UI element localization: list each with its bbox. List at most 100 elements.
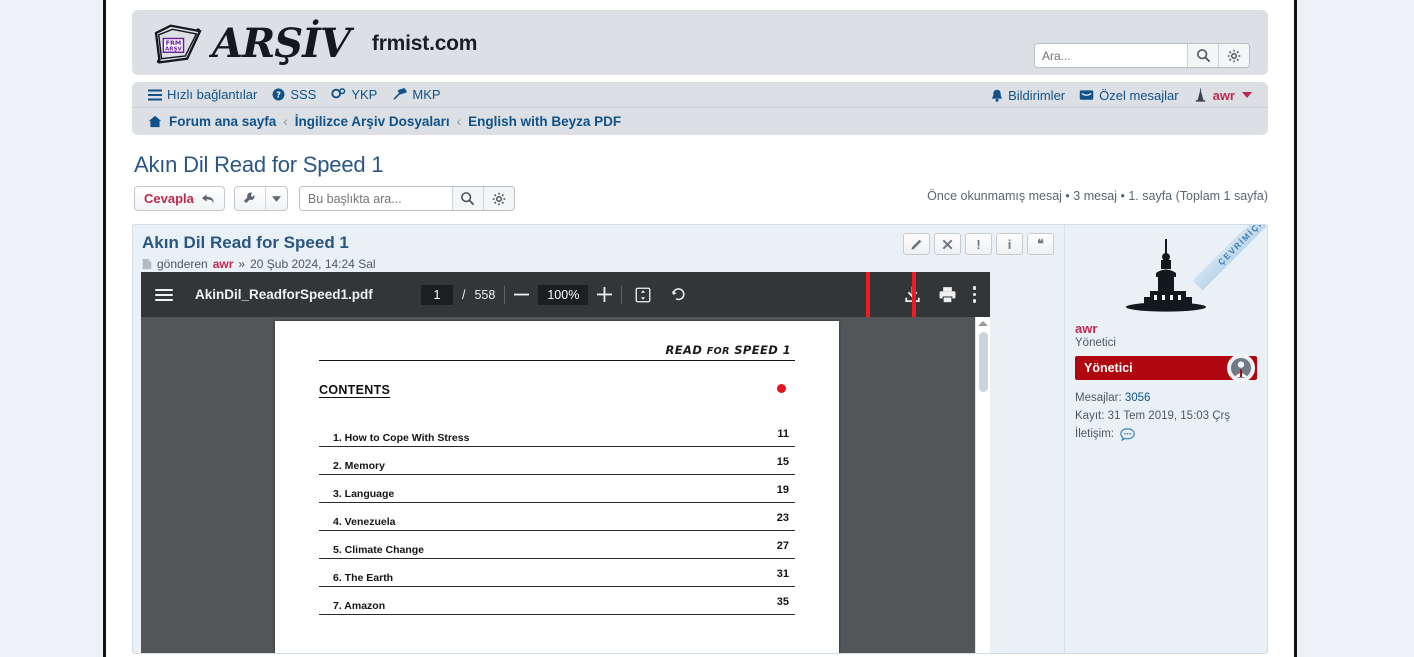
- print-icon[interactable]: [938, 286, 957, 304]
- toc-title: 3. Language: [333, 488, 394, 500]
- svg-text:ARŞV: ARŞV: [165, 46, 182, 52]
- screen: FRM ARŞV ARŞİV frmist.com: [0, 0, 1414, 657]
- quick-links-row: Hızlı bağlantılar ? SSS: [132, 82, 1268, 108]
- delete-post-button[interactable]: [934, 233, 961, 255]
- scroll-up-arrow-icon[interactable]: [978, 321, 988, 326]
- rank-badge-label: Yönetici: [1084, 361, 1133, 375]
- kebab-menu-icon[interactable]: [973, 286, 977, 303]
- topic-search[interactable]: [299, 186, 515, 211]
- profile-username[interactable]: awr: [1075, 321, 1257, 336]
- pdf-running-head: READ FOR SPEED 1: [319, 343, 795, 357]
- site-logo-text: ARŞİV: [212, 24, 350, 64]
- user-avatar-mini-icon: [1193, 88, 1208, 102]
- post-profile-sidebar: ÇEVRİMİÇİ: [1064, 225, 1267, 653]
- toc-page-number: 31: [777, 568, 789, 580]
- contact-label: İletişim:: [1075, 426, 1114, 444]
- toc-title: 1. How to Cope With Stress: [333, 432, 469, 444]
- pdf-rendered-page: READ FOR SPEED 1 CONTENTS 1. How to Cope…: [275, 321, 839, 654]
- hammer-icon: [392, 88, 407, 101]
- profile-stats: Mesajlar: 3056 Kayıt: 31 Tem 2019, 15:03…: [1075, 390, 1257, 443]
- ykp-label: YKP: [351, 87, 377, 102]
- search-icon[interactable]: [1187, 44, 1218, 67]
- hamburger-icon: [148, 89, 162, 101]
- sidebar-item-faq[interactable]: ? SSS: [272, 87, 316, 102]
- toc-page-number: 15: [777, 456, 789, 468]
- site-logo[interactable]: FRM ARŞV ARŞİV frmist.com: [150, 22, 477, 66]
- caret-down-icon[interactable]: [265, 187, 287, 210]
- chat-bubble-icon[interactable]: [1120, 428, 1135, 441]
- reply-button[interactable]: Cevapla: [134, 186, 225, 211]
- pdf-filename: AkinDil_ReadforSpeed1.pdf: [195, 287, 373, 302]
- toc-title: 5. Climate Change: [333, 544, 424, 556]
- topic-search-input[interactable]: [300, 187, 452, 210]
- scrollbar-thumb[interactable]: [979, 332, 988, 392]
- user-nav: Bildirimler Özel mesajlar: [991, 82, 1252, 108]
- post-info-button[interactable]: i: [996, 233, 1023, 255]
- topic-search-icon[interactable]: [452, 187, 483, 210]
- edit-post-button[interactable]: [903, 233, 930, 255]
- sidebar-item-quick-links[interactable]: Hızlı bağlantılar: [148, 87, 257, 102]
- pdf-zoom-in-button[interactable]: [597, 287, 612, 302]
- pdf-zoom-out-button[interactable]: [514, 293, 529, 296]
- breadcrumb-item-home[interactable]: Forum ana sayfa: [169, 114, 276, 129]
- toc-title: 6. The Earth: [333, 572, 393, 584]
- pdf-zoom-level[interactable]: 100%: [538, 285, 588, 305]
- report-post-button[interactable]: !: [965, 233, 992, 255]
- toc-title: 4. Venezuela: [333, 516, 395, 528]
- messages-label: Mesajlar:: [1075, 392, 1122, 404]
- search-input[interactable]: [1035, 44, 1187, 67]
- svg-text:?: ?: [276, 90, 281, 100]
- cursor-marker-annotation: [777, 384, 786, 393]
- fit-page-icon[interactable]: [635, 287, 651, 303]
- search-options-gear-icon[interactable]: [1218, 44, 1249, 67]
- site-header: FRM ARŞV ARŞİV frmist.com: [132, 10, 1268, 75]
- post-author[interactable]: awr: [213, 257, 234, 271]
- pdf-page-controls: 1 / 558 100%: [421, 285, 687, 305]
- topic-tools-group[interactable]: [234, 186, 288, 211]
- pdf-contents-heading: CONTENTS: [319, 383, 795, 397]
- sidebar-item-ykp[interactable]: YKP: [331, 87, 377, 102]
- post-container: Akın Dil Read for Speed 1 gönderen awr »…: [132, 224, 1268, 654]
- reply-button-label: Cevapla: [144, 191, 194, 206]
- private-messages-link[interactable]: Özel mesajlar: [1079, 88, 1178, 103]
- faq-label: SSS: [290, 87, 316, 102]
- profile-rank-text: Yönetici: [1075, 337, 1257, 349]
- post-body: Akın Dil Read for Speed 1 gönderen awr »…: [133, 225, 1064, 653]
- pdf-scrollbar[interactable]: [975, 317, 990, 654]
- topic-search-options-gear-icon[interactable]: [483, 187, 514, 210]
- pdf-canvas-area[interactable]: READ FOR SPEED 1 CONTENTS 1. How to Cope…: [141, 317, 990, 654]
- toc-title: 7. Amazon: [333, 600, 385, 612]
- byline-separator: »: [238, 257, 245, 271]
- messages-stat: Mesajlar: 3056: [1075, 390, 1257, 408]
- toc-page-number: 19: [777, 484, 789, 496]
- pdf-table-of-contents: 1. How to Cope With Stress 11 2. Memory …: [319, 419, 795, 615]
- breadcrumb-separator: ‹: [283, 114, 288, 129]
- sidebar-item-mkp[interactable]: MKP: [392, 87, 440, 102]
- archive-folder-icon: FRM ARŞV: [150, 22, 206, 66]
- download-icon[interactable]: [903, 285, 922, 304]
- browser-page: FRM ARŞV ARŞİV frmist.com: [103, 0, 1297, 657]
- user-menu[interactable]: awr: [1193, 88, 1252, 103]
- toc-row: 4. Venezuela 23: [319, 503, 795, 531]
- wrench-icon[interactable]: [235, 187, 265, 210]
- page-title: Akın Dil Read for Speed 1: [134, 152, 1268, 178]
- info-icon: i: [1008, 237, 1012, 252]
- pdf-page-input[interactable]: 1: [421, 285, 453, 305]
- running-head-for: FOR: [707, 346, 730, 357]
- quote-post-button[interactable]: ❝: [1027, 233, 1054, 255]
- breadcrumb-item-forum[interactable]: English with Beyza PDF: [468, 114, 621, 129]
- breadcrumb-item-category[interactable]: İngilizce Arşiv Dosyaları: [295, 114, 450, 129]
- post-action-buttons: ! i ❝: [903, 233, 1054, 255]
- status-badge: Yönetici: [1075, 356, 1257, 380]
- file-icon: [142, 258, 152, 270]
- chevron-down-icon[interactable]: [1242, 92, 1252, 98]
- messages-count[interactable]: 3056: [1125, 392, 1151, 404]
- rotate-icon[interactable]: [670, 286, 687, 303]
- pdf-viewer: AkinDil_ReadforSpeed1.pdf 1 / 558: [141, 272, 990, 654]
- site-search[interactable]: [1034, 43, 1250, 68]
- toc-row: 3. Language 19: [319, 475, 795, 503]
- pdf-sidebar-toggle-icon[interactable]: [155, 289, 173, 301]
- toc-row: 7. Amazon 35: [319, 587, 795, 615]
- notifications-link[interactable]: Bildirimler: [991, 88, 1065, 103]
- mkp-label: MKP: [412, 87, 440, 102]
